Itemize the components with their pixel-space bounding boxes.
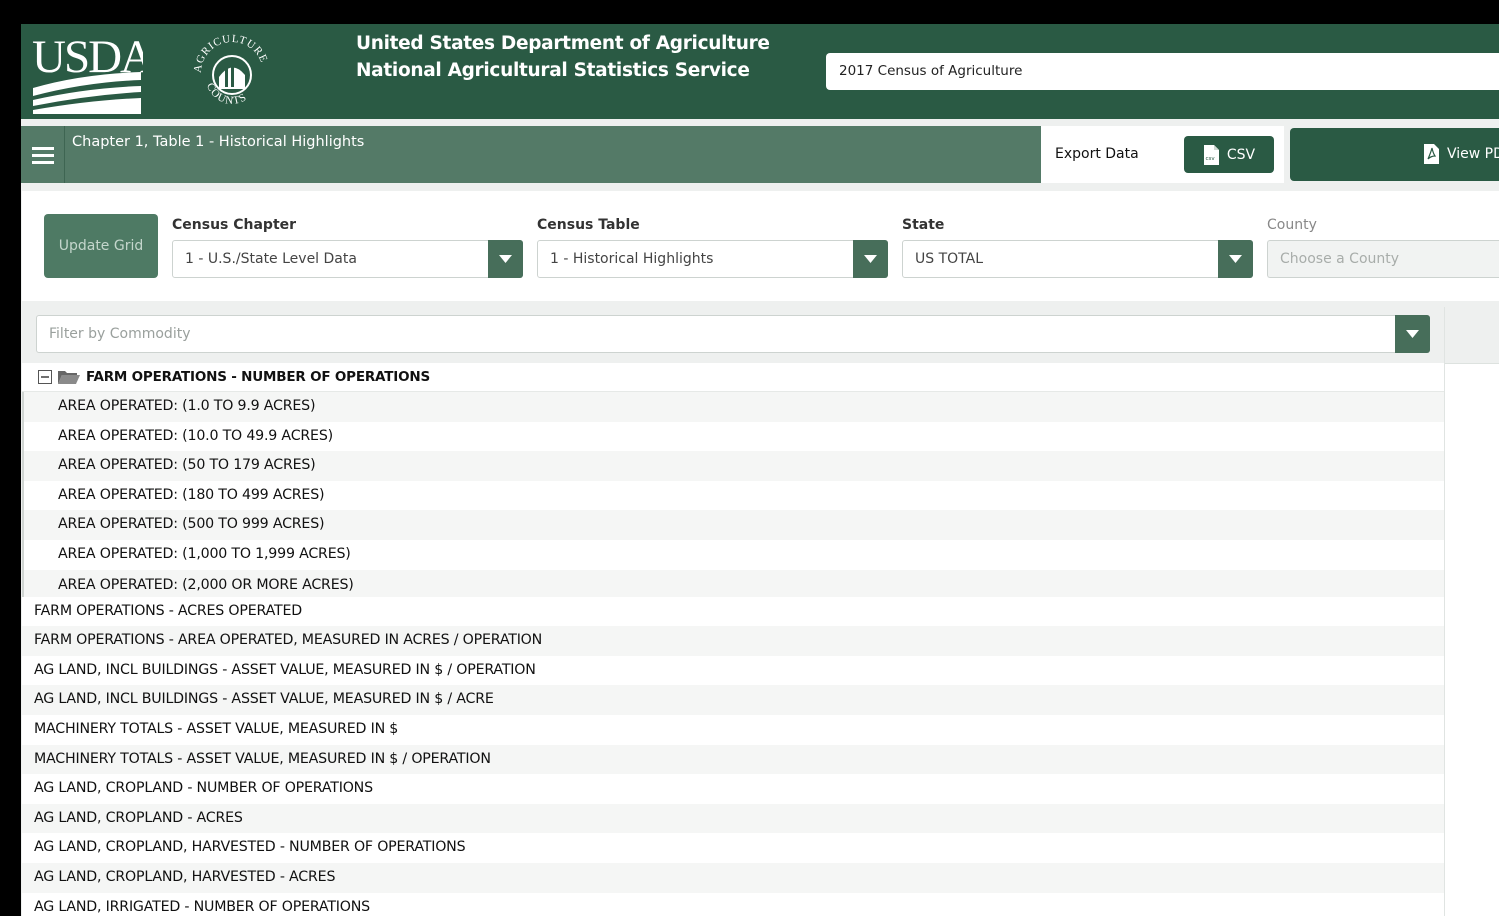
- export-area: Export Data csv CSV: [1041, 126, 1284, 183]
- state-label: State: [902, 217, 945, 233]
- list-item[interactable]: AREA OPERATED: (2,000 OR MORE ACRES): [22, 569, 1444, 597]
- chapter-title: Chapter 1, Table 1 - Historical Highligh…: [72, 134, 365, 150]
- view-pdf-label: View PDF: [1447, 146, 1499, 162]
- county-placeholder: Choose a County: [1280, 251, 1400, 267]
- list-item[interactable]: AREA OPERATED: (500 TO 999 ACRES): [22, 510, 1444, 540]
- site-header: USDA AGRICULTURE COUNTS United States De…: [21, 24, 1499, 119]
- agency-line-department: United States Department of Agriculture: [356, 33, 770, 54]
- menu-button[interactable]: [21, 126, 65, 183]
- csv-file-icon: csv: [1203, 144, 1219, 165]
- county-label: County: [1267, 217, 1317, 233]
- census-chapter-label: Census Chapter: [172, 217, 297, 233]
- list-item[interactable]: AREA OPERATED: (1.0 TO 9.9 ACRES): [22, 392, 1444, 422]
- state-select[interactable]: US TOTAL: [902, 240, 1253, 278]
- census-year-select[interactable]: 2017 Census of Agriculture: [826, 53, 1499, 90]
- list-item[interactable]: AREA OPERATED: (1,000 TO 1,999 ACRES): [22, 539, 1444, 570]
- census-table-value: 1 - Historical Highlights: [550, 251, 714, 267]
- table-row[interactable]: FARM OPERATIONS - ACRES OPERATED: [22, 596, 1444, 627]
- grid-value-column: [1444, 307, 1499, 916]
- chapter-bar: Chapter 1, Table 1 - Historical Highligh…: [21, 126, 1041, 183]
- app-frame: USDA AGRICULTURE COUNTS United States De…: [21, 24, 1499, 916]
- group-label: FARM OPERATIONS - NUMBER OF OPERATIONS: [86, 368, 430, 385]
- table-row[interactable]: AG LAND, CROPLAND - NUMBER OF OPERATIONS: [22, 774, 1444, 804]
- commodity-grid: FARM OPERATIONS - NUMBER OF OPERATIONS A…: [22, 363, 1444, 916]
- folder-open-icon: [58, 371, 80, 384]
- census-chapter-select[interactable]: 1 - U.S./State Level Data: [172, 240, 523, 278]
- usda-logo[interactable]: USDA: [31, 30, 143, 114]
- state-group: State US TOTAL: [902, 217, 1253, 278]
- commodity-filter: [36, 315, 1430, 353]
- group-row-farm-operations[interactable]: FARM OPERATIONS - NUMBER OF OPERATIONS: [22, 363, 1444, 392]
- view-pdf-button[interactable]: View PDF: [1290, 128, 1499, 181]
- census-chapter-group: Census Chapter 1 - U.S./State Level Data: [172, 217, 523, 278]
- chevron-down-icon[interactable]: [853, 240, 888, 278]
- chevron-down-icon[interactable]: [488, 240, 523, 278]
- agency-line-nass: National Agricultural Statistics Service: [356, 60, 750, 81]
- agency-name: United States Department of Agriculture …: [356, 30, 770, 84]
- svg-text:AGRICULTURE: AGRICULTURE: [192, 33, 270, 74]
- ag-counts-seal: AGRICULTURE COUNTS: [192, 33, 270, 107]
- list-item[interactable]: AREA OPERATED: (50 TO 179 ACRES): [22, 451, 1444, 481]
- table-row[interactable]: MACHINERY TOTALS - ASSET VALUE, MEASURED…: [22, 744, 1444, 775]
- list-item[interactable]: AREA OPERATED: (10.0 TO 49.9 ACRES): [22, 421, 1444, 452]
- filter-panel: Update Grid Census Chapter 1 - U.S./Stat…: [22, 191, 1499, 301]
- pdf-file-icon: [1424, 144, 1439, 164]
- census-table-label: Census Table: [537, 217, 640, 233]
- list-item[interactable]: AREA OPERATED: (180 TO 499 ACRES): [22, 480, 1444, 511]
- table-row[interactable]: AG LAND, CROPLAND - ACRES: [22, 803, 1444, 834]
- state-value: US TOTAL: [915, 251, 983, 267]
- svg-text:csv: csv: [1205, 156, 1215, 162]
- census-chapter-value: 1 - U.S./State Level Data: [185, 251, 357, 267]
- table-row[interactable]: AG LAND, CROPLAND, HARVESTED - ACRES: [22, 862, 1444, 893]
- update-grid-button[interactable]: Update Grid: [44, 214, 158, 278]
- table-row[interactable]: AG LAND, INCL BUILDINGS - ASSET VALUE, M…: [22, 655, 1444, 686]
- export-label: Export Data: [1055, 146, 1139, 162]
- table-row[interactable]: AG LAND, IRRIGATED - NUMBER OF OPERATION…: [22, 892, 1444, 916]
- export-csv-button[interactable]: csv CSV: [1184, 136, 1274, 173]
- table-row[interactable]: FARM OPERATIONS - AREA OPERATED, MEASURE…: [22, 626, 1444, 656]
- table-row[interactable]: MACHINERY TOTALS - ASSET VALUE, MEASURED…: [22, 714, 1444, 745]
- chevron-down-icon[interactable]: [1395, 315, 1430, 353]
- collapse-icon[interactable]: [38, 370, 52, 384]
- commodity-filter-input[interactable]: [37, 316, 1377, 352]
- hamburger-icon: [31, 146, 54, 164]
- seal-top-text: AGRICULTURE: [192, 33, 269, 74]
- census-table-group: Census Table 1 - Historical Highlights: [537, 217, 888, 278]
- county-select[interactable]: Choose a County: [1267, 240, 1499, 278]
- county-group: County Choose a County: [1267, 217, 1499, 278]
- chevron-down-icon[interactable]: [1218, 240, 1253, 278]
- census-table-select[interactable]: 1 - Historical Highlights: [537, 240, 888, 278]
- table-row[interactable]: AG LAND, CROPLAND, HARVESTED - NUMBER OF…: [22, 833, 1444, 863]
- table-row[interactable]: AG LAND, INCL BUILDINGS - ASSET VALUE, M…: [22, 685, 1444, 715]
- csv-label: CSV: [1226, 146, 1256, 163]
